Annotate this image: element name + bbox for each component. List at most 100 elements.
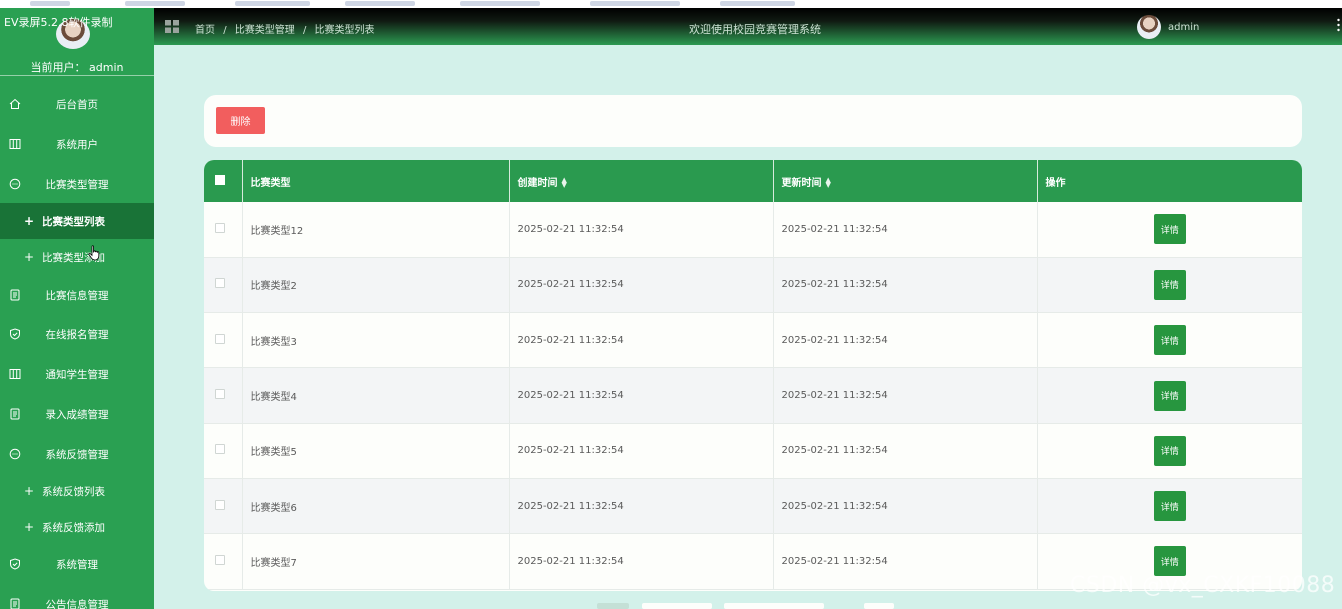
column-header-type: 比赛类型 — [242, 160, 510, 202]
row-checkbox[interactable] — [215, 499, 225, 510]
table-row: 比赛类型3 2025-02-21 11:32:54 2025-02-21 11:… — [204, 312, 1302, 368]
sidebar-item-score-entry[interactable]: 录入成绩管理 — [0, 396, 154, 432]
pagination-pager[interactable] — [724, 603, 824, 609]
row-checkbox[interactable] — [215, 554, 225, 565]
sidebar-item-contest-type-list[interactable]: + 比赛类型列表 — [0, 203, 154, 239]
sidebar-item-announcement-management[interactable]: 公告信息管理 — [0, 586, 154, 609]
updated-cell: 2025-02-21 11:32:54 — [773, 202, 1038, 258]
browser-tab-fragment[interactable] — [460, 1, 540, 6]
sidebar-item-notify-students[interactable]: 通知学生管理 — [0, 356, 154, 392]
sidebar-item-feedback-add[interactable]: + 系统反馈添加 — [0, 509, 154, 545]
delete-button[interactable]: 删除 — [216, 107, 265, 134]
watermark: CSDN @vx_CXKF10088 — [1070, 573, 1336, 598]
breadcrumb-home[interactable]: 首页 — [195, 25, 215, 36]
type-cell: 比赛类型5 — [242, 423, 510, 479]
created-cell: 2025-02-21 11:32:54 — [509, 423, 774, 479]
table-row: 比赛类型2 2025-02-21 11:32:54 2025-02-21 11:… — [204, 257, 1302, 313]
updated-cell: 2025-02-21 11:32:54 — [773, 533, 1038, 590]
recorder-label: EV录屏5.2.8软件录制 — [4, 16, 113, 29]
sidebar-item-label: 通知学生管理 — [45, 368, 109, 381]
hand-cursor-icon — [88, 245, 100, 261]
current-user-label: 当前用户： admin — [30, 61, 124, 74]
created-cell: 2025-02-21 11:32:54 — [509, 478, 774, 534]
breadcrumb-separator: / — [302, 25, 307, 36]
browser-tab-fragment[interactable] — [590, 1, 680, 6]
detail-button[interactable]: 详情 — [1153, 214, 1186, 245]
sidebar-item-label: 系统反馈列表 — [42, 485, 105, 498]
row-select-cell — [204, 478, 243, 534]
created-cell: 2025-02-21 11:32:54 — [509, 367, 774, 424]
pagination-page-size-select[interactable] — [642, 603, 712, 609]
browser-tab-fragment[interactable] — [235, 1, 310, 6]
row-checkbox[interactable] — [215, 333, 225, 344]
sort-icon[interactable]: ▲ ▼ — [562, 176, 567, 188]
sidebar-item-home[interactable]: 后台首页 — [0, 86, 154, 122]
row-checkbox[interactable] — [215, 389, 225, 400]
type-cell: 比赛类型3 — [242, 312, 510, 368]
created-cell: 2025-02-21 11:32:54 — [509, 312, 774, 368]
detail-button[interactable]: 详情 — [1153, 380, 1186, 411]
row-select-cell — [204, 257, 243, 313]
type-cell: 比赛类型2 — [242, 257, 510, 313]
actions-cell: 详情 — [1037, 423, 1302, 478]
sidebar-item-feedback-management[interactable]: 系统反馈管理 — [0, 436, 154, 472]
sidebar-item-label: 系统反馈管理 — [45, 448, 109, 461]
actions-cell: 详情 — [1037, 478, 1302, 533]
type-cell: 比赛类型7 — [242, 533, 510, 590]
row-select-cell — [204, 312, 243, 368]
breadcrumb-separator: / — [223, 25, 227, 36]
sidebar-item-system-users[interactable]: 系统用户 — [0, 126, 154, 162]
breadcrumb-contest-type-management[interactable]: 比赛类型管理 — [235, 25, 295, 36]
actions-cell: 详情 — [1037, 368, 1302, 423]
sort-icon[interactable]: ▲ ▼ — [826, 176, 831, 188]
sidebar: EV录屏5.2.8软件录制 当前用户： admin 后台首页 系统用户 比赛类型… — [0, 8, 154, 609]
type-cell: 比赛类型6 — [242, 478, 510, 534]
row-select-cell — [204, 202, 243, 258]
row-checkbox[interactable] — [215, 444, 225, 455]
header-username[interactable]: admin — [1168, 22, 1199, 33]
updated-cell: 2025-02-21 11:32:54 — [773, 312, 1038, 368]
updated-cell: 2025-02-21 11:32:54 — [773, 478, 1038, 534]
sidebar-item-system-management[interactable]: 系统管理 — [0, 546, 154, 582]
sidebar-item-feedback-list[interactable]: + 系统反馈列表 — [0, 473, 154, 509]
sidebar-item-contest-type-add[interactable]: + 比赛类型添加 — [0, 239, 154, 275]
grid-menu-icon[interactable] — [165, 20, 179, 33]
detail-button[interactable]: 详情 — [1153, 269, 1186, 300]
detail-button[interactable]: 详情 — [1153, 435, 1186, 466]
browser-tab-fragment[interactable] — [345, 1, 415, 6]
browser-tab-fragment[interactable] — [720, 1, 795, 6]
sidebar-item-online-registration[interactable]: 在线报名管理 — [0, 316, 154, 352]
data-table-card: 比赛类型 创建时间 ▲ ▼ 更新时间 ▲ ▼ 操作 比赛类型12 2025-02-21 … — [204, 160, 1302, 591]
header-avatar[interactable] — [1137, 15, 1161, 39]
plus-icon: + — [24, 484, 35, 498]
top-header: 首页 / 比赛类型管理 / 比赛类型列表 欢迎使用校园竞赛管理系统 admin — [154, 8, 1342, 45]
detail-button[interactable]: 详情 — [1153, 546, 1186, 577]
plus-icon: + — [24, 214, 35, 228]
sidebar-item-contest-type-management[interactable]: 比赛类型管理 — [0, 166, 154, 202]
actions-cell: 详情 — [1037, 313, 1302, 368]
sidebar-item-label: 系统用户 — [56, 138, 98, 151]
column-header-updated[interactable]: 更新时间 ▲ ▼ — [773, 160, 1038, 202]
browser-tab-strip — [0, 0, 1342, 8]
created-cell: 2025-02-21 11:32:54 — [509, 257, 774, 313]
page-title: 欢迎使用校园竞赛管理系统 — [689, 23, 821, 36]
toolbar-card: 删除 — [204, 95, 1302, 147]
detail-button[interactable]: 详情 — [1153, 325, 1186, 356]
plus-icon: + — [24, 520, 35, 534]
select-all-checkbox[interactable] — [215, 174, 225, 185]
sidebar-item-contest-info-management[interactable]: 比赛信息管理 — [0, 277, 154, 313]
column-header-created[interactable]: 创建时间 ▲ ▼ — [509, 160, 774, 202]
row-select-cell — [204, 533, 243, 590]
pagination-total — [597, 603, 629, 609]
pagination-jump-input[interactable] — [864, 603, 894, 609]
row-checkbox[interactable] — [215, 278, 225, 289]
row-checkbox[interactable] — [215, 222, 225, 233]
browser-tab-fragment[interactable] — [30, 1, 70, 6]
sidebar-item-label: 公告信息管理 — [45, 598, 109, 609]
sidebar-divider — [0, 75, 154, 76]
table-row: 比赛类型12 2025-02-21 11:32:54 2025-02-21 11… — [204, 202, 1302, 258]
more-vertical-icon[interactable] — [1337, 18, 1340, 32]
browser-tab-fragment[interactable] — [125, 1, 185, 6]
detail-button[interactable]: 详情 — [1153, 491, 1186, 522]
row-select-cell — [204, 423, 243, 479]
